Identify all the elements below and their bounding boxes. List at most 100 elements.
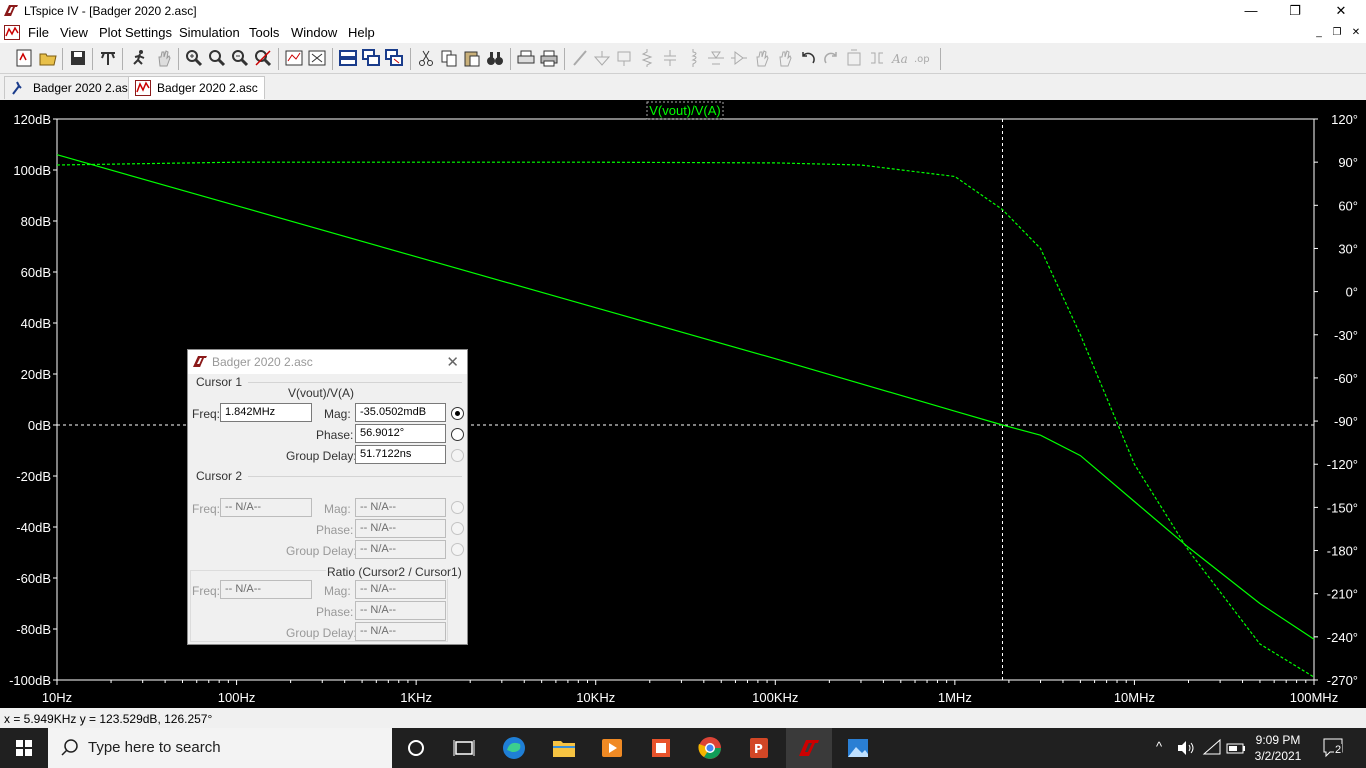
cursor1-mag-field[interactable]: -35.0502mdB — [355, 403, 446, 422]
halt-icon[interactable] — [154, 48, 174, 68]
menu-view[interactable]: View — [60, 25, 88, 40]
cursor2-mag-field: -- N/A-- — [355, 498, 446, 517]
y2-tick-label: 90° — [1338, 155, 1358, 170]
text-icon: Aa — [891, 52, 908, 66]
file-explorer-icon[interactable] — [548, 732, 580, 764]
close-button[interactable]: ✕ — [1318, 0, 1364, 22]
y-tick-label: -80dB — [16, 622, 51, 637]
dialog-close-button[interactable]: ✕ — [446, 353, 459, 371]
cascade-icon[interactable] — [361, 48, 381, 68]
y2-tick-label: -240° — [1327, 630, 1358, 645]
window-title: LTspice IV - [Badger 2020 2.asc] — [24, 4, 197, 18]
network-icon[interactable] — [1200, 736, 1224, 760]
chrome-icon[interactable] — [694, 732, 726, 764]
tile-horizontal-icon[interactable] — [338, 48, 358, 68]
photos-icon[interactable] — [842, 732, 874, 764]
autorange-icon[interactable] — [284, 48, 304, 68]
cursor-dialog[interactable]: Badger 2020 2.asc ✕ Cursor 1 V(vout)/V(A… — [187, 349, 468, 645]
paste-icon[interactable] — [462, 48, 482, 68]
taskbar-search[interactable]: Type here to search — [48, 728, 392, 768]
toolbar-separator — [92, 48, 93, 70]
svg-text:Aa: Aa — [891, 52, 908, 66]
print-icon[interactable] — [539, 48, 559, 68]
ltspice-logo-icon — [193, 356, 207, 367]
menu-help[interactable]: Help — [348, 25, 375, 40]
tab-schematic[interactable]: Badger 2020 2.asc — [4, 76, 141, 99]
svg-text:.op: .op — [914, 54, 930, 65]
toolbar-separator — [62, 48, 63, 70]
group-divider — [248, 382, 462, 383]
maximize-button[interactable]: ❐ — [1272, 0, 1318, 22]
group-delay-radio[interactable] — [451, 449, 464, 462]
windows-start-icon[interactable] — [0, 728, 48, 768]
freq-label: Freq: — [192, 407, 221, 421]
ltspice-taskbar-icon[interactable] — [793, 732, 825, 764]
redo-icon — [824, 52, 837, 64]
waveform-icon — [135, 80, 151, 96]
cursor2-mag-radio — [451, 501, 464, 514]
cursor1-group-delay-field[interactable]: 51.7122ns — [355, 445, 446, 464]
control-panel-icon[interactable] — [98, 48, 118, 68]
find-icon[interactable] — [485, 48, 505, 68]
mag-label: Mag: — [324, 502, 351, 516]
manual-limits-icon[interactable] — [307, 48, 327, 68]
rotate-icon — [847, 49, 861, 66]
mdi-restore-button[interactable]: ❐ — [1328, 26, 1346, 40]
group-delay-label: Group Delay: — [286, 626, 357, 640]
zoom-in-icon[interactable] — [184, 48, 204, 68]
trace-label[interactable]: V(vout)/V(A) — [649, 103, 721, 118]
y-tick-label: 100dB — [13, 163, 51, 178]
edge-browser-icon[interactable] — [498, 732, 530, 764]
toolbar-separator — [410, 48, 411, 70]
cursor1-freq-field[interactable]: 1.842MHz — [220, 403, 312, 422]
powerpoint-icon[interactable]: P — [743, 732, 775, 764]
menu-simulation[interactable]: Simulation — [179, 25, 240, 40]
phase-radio[interactable] — [451, 428, 464, 441]
open-icon[interactable] — [38, 48, 58, 68]
menu-plot-settings[interactable]: Plot Settings — [99, 25, 172, 40]
copy-icon[interactable] — [439, 48, 459, 68]
media-player-icon[interactable] — [596, 732, 628, 764]
close-all-icon[interactable] — [384, 48, 404, 68]
waveform-document-icon[interactable] — [4, 25, 20, 40]
taskbar-clock[interactable]: 9:09 PM 3/2/2021 — [1248, 732, 1308, 764]
search-icon — [61, 739, 78, 756]
cursor1-phase-field[interactable]: 56.9012° — [355, 424, 446, 443]
cortana-icon[interactable] — [400, 732, 432, 764]
menu-bar: File View Plot Settings Simulation Tools… — [0, 22, 1366, 43]
volume-icon[interactable] — [1174, 736, 1198, 760]
ratio-label: Ratio (Cursor2 / Cursor1) — [326, 565, 463, 579]
zoom-fit-icon[interactable] — [253, 48, 273, 68]
x-tick-label: 1MHz — [938, 690, 972, 705]
battery-icon[interactable] — [1224, 736, 1248, 760]
print-preview-icon[interactable] — [516, 48, 536, 68]
undo-icon[interactable] — [798, 48, 818, 68]
y2-tick-label: 0° — [1346, 285, 1358, 300]
mdi-minimize-button[interactable]: _ — [1310, 26, 1328, 40]
y-tick-label: 120dB — [13, 112, 51, 127]
zoom-out-icon[interactable] — [230, 48, 250, 68]
mag-radio[interactable] — [451, 407, 464, 420]
tray-chevron-icon[interactable]: ^ — [1156, 739, 1162, 754]
diode-icon — [708, 51, 724, 65]
task-view-icon[interactable] — [448, 732, 480, 764]
office-icon[interactable] — [645, 732, 677, 764]
y2-tick-label: -90° — [1334, 414, 1358, 429]
menu-tools[interactable]: Tools — [249, 25, 279, 40]
x-tick-label: 100Hz — [218, 690, 256, 705]
menu-window[interactable]: Window — [291, 25, 337, 40]
dialog-title-bar[interactable]: Badger 2020 2.asc ✕ — [188, 350, 467, 374]
tab-waveform[interactable]: Badger 2020 2.asc — [128, 76, 265, 99]
cut-icon[interactable] — [416, 48, 436, 68]
save-icon[interactable] — [68, 48, 88, 68]
mdi-close-button[interactable]: ✕ — [1347, 26, 1365, 40]
menu-file[interactable]: File — [28, 25, 49, 40]
new-schematic-icon[interactable] — [14, 48, 34, 68]
run-icon[interactable] — [130, 48, 150, 68]
y2-tick-label: -60° — [1334, 371, 1358, 386]
tab-waveform-label: Badger 2020 2.asc — [157, 81, 258, 95]
y-tick-label: -100dB — [9, 673, 51, 688]
minimize-button[interactable]: — — [1228, 0, 1274, 22]
zoom-pan-icon[interactable] — [207, 48, 227, 68]
drag-hand-icon — [779, 50, 792, 67]
